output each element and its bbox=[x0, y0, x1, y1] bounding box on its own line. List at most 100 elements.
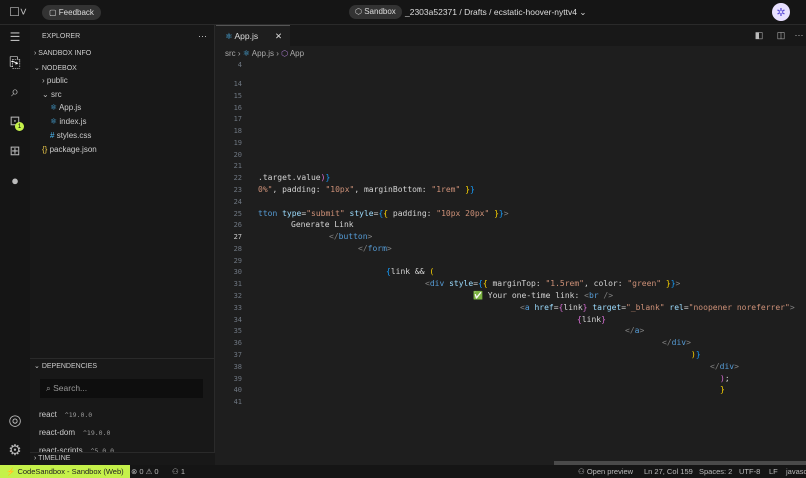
hamburger-icon[interactable]: ☰ bbox=[7, 30, 23, 44]
ports-indicator[interactable]: ⚇ 1 bbox=[172, 465, 185, 478]
indentation[interactable]: Spaces: 2 bbox=[699, 465, 732, 478]
code-token: } bbox=[601, 314, 606, 324]
open-preview-button[interactable]: ⚇ Open preview bbox=[578, 465, 633, 478]
code-line[interactable]: </form> bbox=[358, 244, 392, 253]
code-token: > bbox=[503, 208, 509, 218]
code-token: target bbox=[587, 302, 622, 312]
line-ending[interactable]: LF bbox=[769, 465, 778, 478]
file-tree-item[interactable]: {} package.json bbox=[42, 145, 97, 154]
file-tree-item[interactable]: › public bbox=[42, 76, 68, 85]
react-file-icon: ⚛ bbox=[50, 117, 58, 127]
line-number: 39 bbox=[233, 374, 242, 383]
code-token: </ bbox=[662, 338, 672, 348]
code-line[interactable]: </div> bbox=[710, 362, 739, 371]
feedback-button[interactable]: ▢ Feedback bbox=[42, 5, 101, 20]
problems-indicator[interactable]: ⊗ 0 ⚠ 0 bbox=[131, 465, 159, 478]
dependency-item[interactable]: react-dom ^19.0.0 bbox=[39, 428, 110, 437]
sandbox-badge[interactable]: ⬡ Sandbox bbox=[349, 5, 402, 19]
code-token: } bbox=[460, 185, 470, 195]
code-token: style bbox=[344, 208, 374, 218]
code-token: } bbox=[695, 349, 701, 359]
account-icon[interactable]: ◎ bbox=[5, 411, 25, 429]
code-line[interactable]: </button> bbox=[329, 232, 372, 241]
file-tree-item[interactable]: ⚛ index.js bbox=[50, 117, 87, 126]
file-tree-item[interactable]: ⌄ src bbox=[42, 90, 62, 99]
tab-label: App.js bbox=[234, 31, 259, 41]
code-token: link && bbox=[390, 267, 430, 277]
status-bar: ⚡ CodeSandbox - Sandbox (Web) ⊗ 0 ⚠ 0 ⚇ … bbox=[0, 465, 806, 478]
language-mode[interactable]: javasc bbox=[786, 465, 806, 478]
settings-gear-icon[interactable]: ⚙ bbox=[5, 441, 25, 459]
remote-indicator[interactable]: ⚡ CodeSandbox - Sandbox (Web) bbox=[0, 465, 130, 478]
code-token: "1.5rem" bbox=[545, 279, 584, 289]
sandbox-info-section[interactable]: › SANDBOX INFO bbox=[34, 50, 91, 57]
section-label: NODEBOX bbox=[41, 65, 77, 72]
more-icon[interactable]: ··· bbox=[794, 30, 804, 40]
encoding[interactable]: UTF-8 bbox=[739, 465, 760, 478]
github-icon[interactable]: ● bbox=[5, 171, 25, 189]
code-token: "10px 20px" bbox=[436, 208, 490, 218]
line-number: 30 bbox=[233, 268, 242, 277]
tab-app-js[interactable]: ⚛ App.js ✕ bbox=[216, 25, 290, 46]
breadcrumb-src[interactable]: src bbox=[225, 49, 236, 58]
file-tree-item[interactable]: ⚛ App.js bbox=[50, 103, 81, 112]
more-actions-icon[interactable]: ··· bbox=[198, 31, 207, 41]
code-token: , color: bbox=[584, 279, 628, 289]
remote-label: CodeSandbox - Sandbox (Web) bbox=[17, 467, 124, 476]
timeline-section[interactable]: › TIMELINE bbox=[34, 455, 70, 462]
code-token: } bbox=[720, 385, 725, 395]
code-token: } bbox=[325, 173, 331, 183]
dependency-search-input[interactable]: ⌕ Search... bbox=[40, 379, 203, 398]
breadcrumb-symbol[interactable]: App bbox=[290, 49, 304, 58]
file-tree-label: package.json bbox=[49, 144, 97, 154]
nodebox-section[interactable]: ⌄ NODEBOX bbox=[34, 64, 77, 72]
code-line[interactable]: tton type="submit" style={{ padding: "10… bbox=[258, 209, 509, 218]
code-line[interactable]: .target.value)} bbox=[258, 173, 330, 182]
line-number: 22 bbox=[233, 174, 242, 183]
json-file-icon: {} bbox=[42, 144, 48, 154]
code-token: Your one-time link: bbox=[482, 291, 585, 301]
file-tree-item[interactable]: # styles.css bbox=[50, 131, 91, 140]
code-token: link bbox=[581, 314, 602, 324]
code-line[interactable]: Generate Link bbox=[291, 220, 354, 229]
extensions-icon[interactable]: ⊞ bbox=[5, 142, 25, 160]
code-token: div bbox=[429, 279, 445, 289]
menu-icon[interactable]: ☐˅ bbox=[6, 5, 30, 19]
close-icon[interactable]: ✕ bbox=[275, 26, 282, 46]
code-token: .target.value bbox=[258, 173, 321, 183]
code-line[interactable]: <a href={link} target="_blank" rel="noop… bbox=[520, 303, 795, 312]
tab-bar: ⚛ App.js ✕ ◧ ◫ ··· bbox=[216, 25, 806, 46]
code-token: "noopener noreferrer" bbox=[688, 302, 790, 312]
css-file-icon: # bbox=[50, 130, 55, 140]
breadcrumb: src › ⚛ App.js › ⬡ App bbox=[225, 49, 305, 58]
code-line[interactable]: )} bbox=[691, 350, 701, 359]
line-number: 26 bbox=[233, 221, 242, 230]
line-number: 25 bbox=[233, 209, 242, 218]
line-number: 37 bbox=[233, 350, 242, 359]
sandbox-path[interactable]: _2303a52371 / Drafts / ecstatic-hoover-n… bbox=[405, 7, 586, 18]
line-number: 21 bbox=[233, 162, 242, 171]
code-line[interactable]: </a> bbox=[625, 326, 644, 335]
component-icon: ⬡ bbox=[281, 49, 289, 58]
code-line[interactable]: </div> bbox=[662, 338, 691, 347]
code-line[interactable]: {link} bbox=[577, 315, 606, 324]
line-number: 38 bbox=[233, 362, 242, 371]
files-icon[interactable]: ⎘ bbox=[5, 53, 25, 71]
code-token: button bbox=[338, 232, 368, 242]
code-line[interactable]: ✅ Your one-time link: <br /> bbox=[473, 291, 613, 300]
toggle-panel-icon[interactable]: ◧ bbox=[754, 30, 764, 40]
breadcrumb-file[interactable]: App.js bbox=[252, 49, 274, 58]
section-label: TIMELINE bbox=[38, 455, 71, 462]
sticky-line-number: 4 bbox=[237, 61, 242, 69]
code-line[interactable]: ); bbox=[720, 374, 730, 383]
code-line[interactable]: {link && ( bbox=[386, 267, 434, 276]
dependencies-section[interactable]: ⌄ DEPENDENCIES bbox=[34, 362, 97, 370]
split-editor-icon[interactable]: ◫ bbox=[776, 30, 786, 40]
avatar[interactable]: ✲ bbox=[772, 3, 790, 21]
code-line[interactable]: <div style={{ marginTop: "1.5rem", color… bbox=[425, 279, 680, 288]
dependency-item[interactable]: react ^19.0.0 bbox=[39, 410, 92, 419]
code-line[interactable]: } bbox=[720, 385, 725, 394]
search-icon[interactable]: ⌕ bbox=[5, 82, 25, 100]
code-line[interactable]: 0%", padding: "10px", marginBottom: "1re… bbox=[258, 185, 475, 194]
cursor-position[interactable]: Ln 27, Col 159 bbox=[644, 465, 693, 478]
